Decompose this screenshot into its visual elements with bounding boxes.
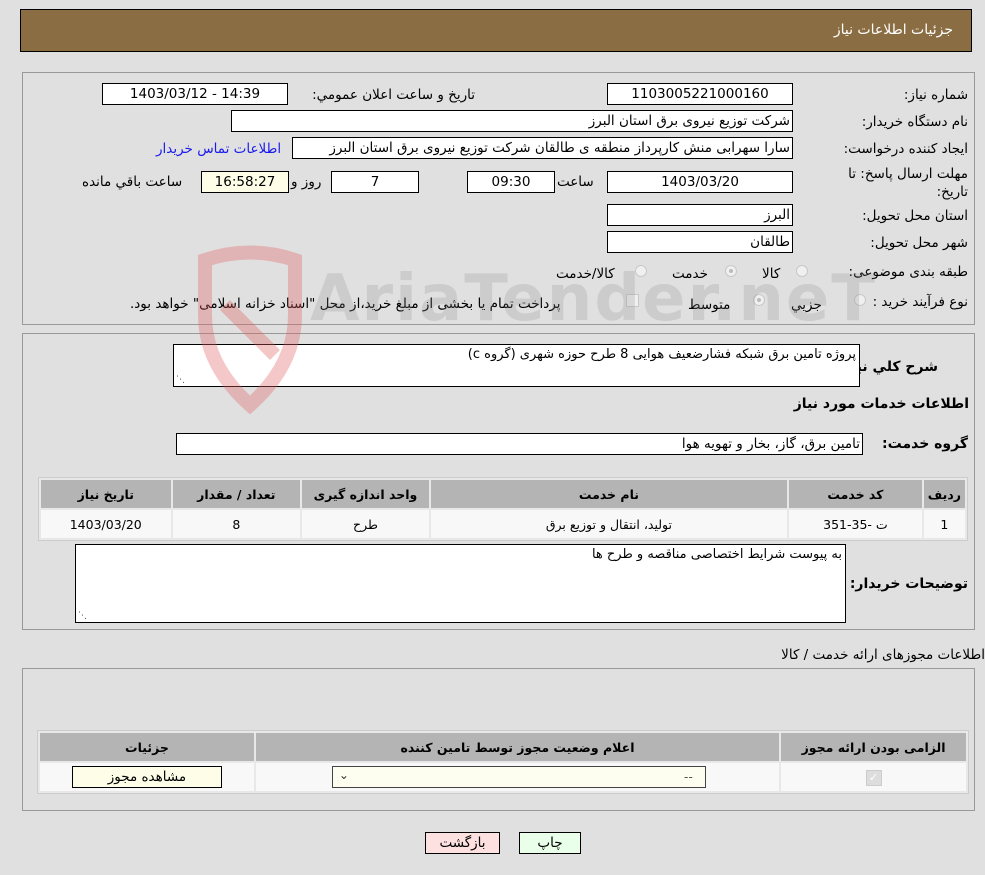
category-option-goods: کالا <box>762 266 781 282</box>
need-number-label: شماره نیاز: <box>903 87 968 103</box>
category-radio-service[interactable] <box>725 265 737 277</box>
licenses-table-header: الزامی بودن ارائه مجوز اعلام وضعیت مجوز … <box>40 733 966 761</box>
buyer-org-field[interactable]: شرکت توزیع نیروی برق استان البرز <box>231 110 793 132</box>
col-need-date: تاریخ نیاز <box>41 480 171 508</box>
process-radio-minor[interactable] <box>854 294 866 306</box>
treasury-checkbox[interactable] <box>626 294 639 307</box>
table-row: ✓ -- ⌄ مشاهده مجوز <box>40 763 966 791</box>
days-label: روز و <box>291 174 322 190</box>
remaining-time-label: ساعت باقي مانده <box>82 174 183 190</box>
deadline-time-label: ساعت <box>557 174 594 190</box>
province-label: استان محل تحویل: <box>862 208 968 224</box>
col-quantity: تعداد / مقدار <box>172 480 301 508</box>
col-row: ردیف <box>923 480 965 508</box>
col-license-status: اعلام وضعیت مجوز توسط تامین کننده <box>255 733 780 761</box>
license-status-select[interactable]: -- ⌄ <box>331 766 706 788</box>
table-row: 1 ت -35-351 تولید، انتقال و توزیع برق طر… <box>41 510 965 538</box>
cell-quantity: 8 <box>172 510 301 538</box>
buyer-notes-label: توضیحات خریدار: <box>849 576 968 592</box>
deadline-date-field[interactable]: 1403/03/20 <box>607 171 793 193</box>
process-radio-medium[interactable] <box>753 294 765 306</box>
back-button[interactable]: بازگشت <box>425 832 500 854</box>
service-group-field[interactable]: تامین برق، گاز، بخار و تهویه هوا <box>176 433 863 455</box>
licenses-section-title: اطلاعات مجوزهای ارائه خدمت / کالا <box>781 647 985 663</box>
category-label: طبقه بندی موضوعی: <box>848 264 968 280</box>
announce-datetime-label: تاریخ و ساعت اعلان عمومي: <box>312 87 475 103</box>
city-label: شهر محل تحویل: <box>870 235 968 251</box>
cell-need-date: 1403/03/20 <box>41 510 171 538</box>
buyer-org-label: نام دستگاه خریدار: <box>861 114 968 130</box>
creator-field[interactable]: سارا سهرابی منش کارپرداز منطقه ی طالقان … <box>292 137 793 159</box>
announce-datetime-field[interactable]: 1403/03/12 - 14:39 <box>102 83 288 105</box>
print-button[interactable]: چاپ <box>519 832 581 854</box>
cell-unit: طرح <box>302 510 429 538</box>
services-table-header: ردیف کد خدمت نام خدمت واحد اندازه گیری ت… <box>41 480 965 508</box>
buyer-notes-text: به پیوست شرایط اختصاصی مناقصه و طرح ها <box>591 547 842 562</box>
cell-license-details: مشاهده مجوز <box>40 763 254 791</box>
treasury-note: پرداخت تمام یا بخشی از مبلغ خرید،از محل … <box>130 296 561 312</box>
col-service-code: کد خدمت <box>789 480 922 508</box>
category-option-goods-service: کالا/خدمت <box>556 266 615 282</box>
remaining-time-field: 16:58:27 <box>201 171 289 193</box>
col-unit: واحد اندازه گیری <box>302 480 429 508</box>
days-remaining-field[interactable]: 7 <box>331 171 419 193</box>
cell-license-required: ✓ <box>781 763 966 791</box>
buyer-contact-link[interactable]: اطلاعات تماس خریدار <box>156 141 281 157</box>
licenses-table: الزامی بودن ارائه مجوز اعلام وضعیت مجوز … <box>37 730 969 794</box>
category-radio-goods[interactable] <box>796 265 808 277</box>
creator-label: ایجاد کننده درخواست: <box>843 141 968 157</box>
page-header: جزئیات اطلاعات نیاز <box>20 9 972 52</box>
cell-service-code: ت -35-351 <box>789 510 922 538</box>
service-group-label: گروه خدمت: <box>882 436 968 452</box>
cell-row: 1 <box>923 510 965 538</box>
description-text: پروژه تامین برق شبکه فشارضعیف هوایی 8 طر… <box>467 347 856 362</box>
category-radio-goods-service[interactable] <box>635 265 647 277</box>
license-required-checkbox[interactable]: ✓ <box>865 769 882 786</box>
buyer-notes-textarea[interactable]: به پیوست شرایط اختصاصی مناقصه و طرح ها ⋰ <box>75 544 846 623</box>
resize-grip-icon[interactable]: ⋰ <box>176 375 185 385</box>
services-table: ردیف کد خدمت نام خدمت واحد اندازه گیری ت… <box>38 477 968 541</box>
col-service-name: نام خدمت <box>430 480 788 508</box>
city-field[interactable]: طالقان <box>607 231 793 253</box>
deadline-label: مهلت ارسال پاسخ: تا تاریخ: <box>848 166 968 200</box>
need-number-field[interactable]: 1103005221000160 <box>607 83 793 105</box>
chevron-down-icon: ⌄ <box>338 768 349 782</box>
resize-grip-icon[interactable]: ⋰ <box>78 611 87 621</box>
col-license-details: جزئیات <box>40 733 254 761</box>
license-status-value: -- <box>683 769 693 784</box>
category-option-service: خدمت <box>672 266 708 282</box>
col-license-required: الزامی بودن ارائه مجوز <box>781 733 966 761</box>
description-textarea[interactable]: پروژه تامین برق شبکه فشارضعیف هوایی 8 طر… <box>173 344 860 387</box>
services-section-title: اطلاعات خدمات مورد نیاز <box>793 396 969 412</box>
page-title: جزئیات اطلاعات نیاز <box>833 22 953 38</box>
process-option-minor: جزيي <box>791 297 822 313</box>
view-license-button[interactable]: مشاهده مجوز <box>71 766 222 788</box>
deadline-time-field[interactable]: 09:30 <box>467 171 555 193</box>
province-field[interactable]: البرز <box>607 204 793 226</box>
cell-license-status: -- ⌄ <box>255 763 780 791</box>
process-label: نوع فرآیند خرید : <box>872 294 968 310</box>
process-option-medium: متوسط <box>688 297 731 313</box>
cell-service-name: تولید، انتقال و توزیع برق <box>430 510 788 538</box>
